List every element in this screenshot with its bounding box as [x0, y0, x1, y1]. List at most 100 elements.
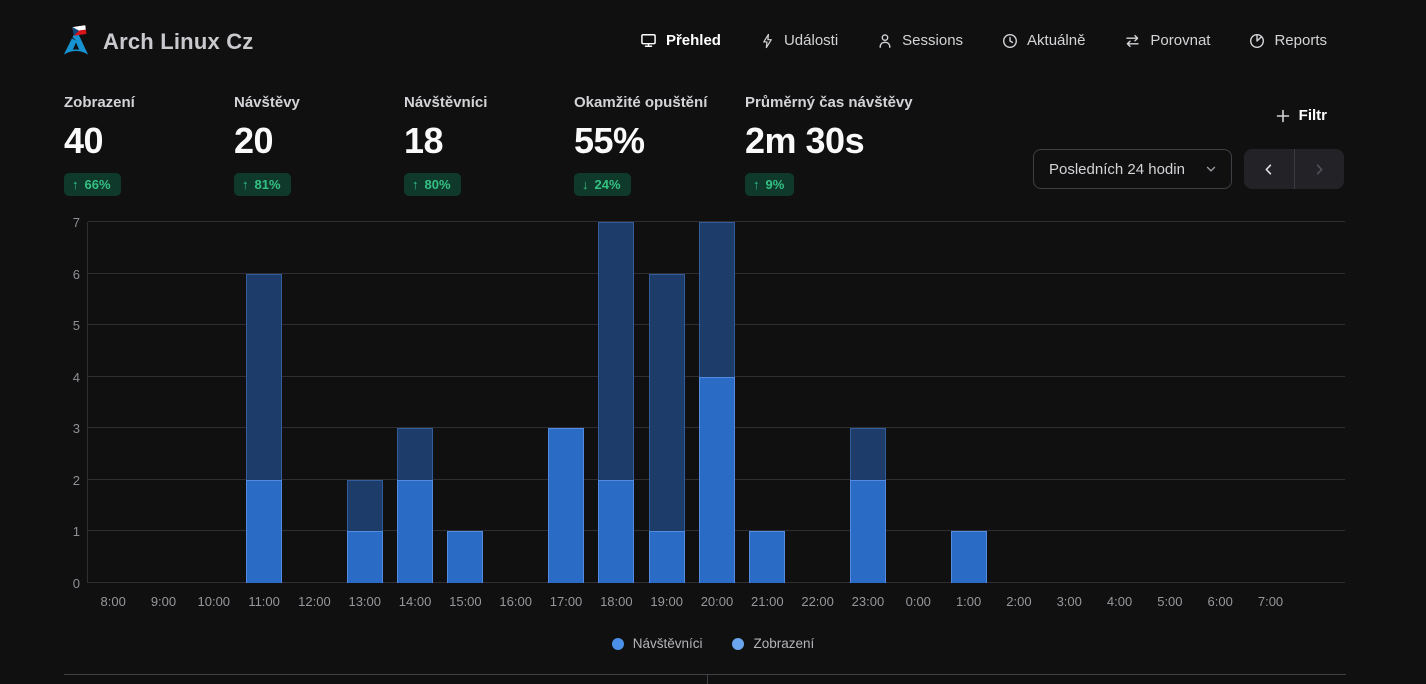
- change-badge: ↓24%: [574, 173, 631, 196]
- x-axis-label: 9:00: [138, 594, 188, 609]
- x-axis-label: 11:00: [239, 594, 289, 609]
- metric-label: Průměrný čas návštěvy: [745, 94, 915, 111]
- legend-dot-icon: [612, 638, 624, 650]
- arrow-up-icon: ↑: [242, 177, 249, 192]
- x-axis-label: 4:00: [1094, 594, 1144, 609]
- x-axis-label: 23:00: [843, 594, 893, 609]
- bar-navstevnici[interactable]: [347, 531, 383, 583]
- bar-navstevnici[interactable]: [598, 480, 634, 583]
- plus-icon: [1275, 108, 1291, 124]
- metric-label: Návštěvy: [234, 94, 404, 111]
- nav-label: Sessions: [902, 32, 963, 49]
- metric-okamzite-opusteni: Okamžité opuštění 55% ↓24%: [574, 94, 745, 196]
- legend-label: Zobrazení: [753, 636, 814, 651]
- previous-period-button[interactable]: [1244, 149, 1294, 189]
- main-nav: Přehled Události Sessions Aktuálně: [640, 32, 1327, 49]
- metric-value: 18: [404, 120, 574, 162]
- legend-label: Návštěvníci: [633, 636, 703, 651]
- nav-item-porovnat[interactable]: Porovnat: [1124, 32, 1210, 49]
- bar-navstevnici[interactable]: [548, 428, 584, 583]
- bar-navstevnici[interactable]: [850, 480, 886, 583]
- bar-navstevnici[interactable]: [246, 480, 282, 583]
- chart-y-axis: 01234567: [30, 222, 80, 583]
- chart-legend: Návštěvníci Zobrazení: [0, 636, 1426, 651]
- czech-flag-icon: [72, 25, 86, 36]
- nav-item-prehled[interactable]: Přehled: [640, 32, 721, 49]
- y-axis-label: 5: [73, 318, 80, 333]
- bar-navstevnici[interactable]: [649, 531, 685, 583]
- bar-navstevnici[interactable]: [447, 531, 483, 583]
- arrow-up-icon: ↑: [753, 177, 760, 192]
- arrow-up-icon: ↑: [412, 177, 419, 192]
- next-period-button[interactable]: [1295, 149, 1345, 189]
- chevron-down-icon: [1204, 162, 1218, 176]
- nav-label: Reports: [1274, 32, 1327, 49]
- legend-item[interactable]: Zobrazení: [732, 636, 814, 651]
- y-axis-label: 3: [73, 421, 80, 436]
- arrow-up-icon: ↑: [72, 177, 79, 192]
- x-axis-label: 14:00: [390, 594, 440, 609]
- y-axis-label: 0: [73, 576, 80, 591]
- metric-label: Okamžité opuštění: [574, 94, 745, 111]
- x-axis-label: 6:00: [1195, 594, 1245, 609]
- metric-value: 40: [64, 120, 234, 162]
- y-axis-label: 6: [73, 267, 80, 282]
- arrow-down-icon: ↓: [582, 177, 589, 192]
- date-pager: [1244, 149, 1344, 189]
- filter-button[interactable]: Filtr: [1275, 107, 1327, 124]
- x-axis-label: 1:00: [943, 594, 993, 609]
- x-axis-label: 17:00: [541, 594, 591, 609]
- person-icon: [877, 33, 893, 49]
- x-axis-label: 20:00: [692, 594, 742, 609]
- nav-label: Přehled: [666, 32, 721, 49]
- metric-value: 20: [234, 120, 404, 162]
- nav-item-sessions[interactable]: Sessions: [877, 32, 963, 49]
- filter-label: Filtr: [1299, 107, 1327, 124]
- site-selector[interactable]: Arch Linux Cz: [62, 28, 254, 56]
- x-axis-label: 5:00: [1145, 594, 1195, 609]
- x-axis-label: 2:00: [994, 594, 1044, 609]
- x-axis-label: 19:00: [642, 594, 692, 609]
- compare-arrows-icon: [1124, 33, 1141, 49]
- metric-prumerny-cas: Průměrný čas návštěvy 2m 30s ↑9%: [745, 94, 915, 196]
- change-badge: ↑9%: [745, 173, 794, 196]
- nav-item-aktualne[interactable]: Aktuálně: [1002, 32, 1085, 49]
- x-axis-label: 16:00: [491, 594, 541, 609]
- y-axis-label: 4: [73, 370, 80, 385]
- x-axis-label: 7:00: [1245, 594, 1295, 609]
- metric-navstevnici: Návštěvníci 18 ↑80%: [404, 94, 574, 196]
- nav-item-udalosti[interactable]: Události: [760, 32, 838, 49]
- y-axis-label: 2: [73, 473, 80, 488]
- x-axis-label: 8:00: [88, 594, 138, 609]
- change-badge: ↑81%: [234, 173, 291, 196]
- nav-label: Události: [784, 32, 838, 49]
- x-axis-label: 10:00: [189, 594, 239, 609]
- x-axis-label: 15:00: [440, 594, 490, 609]
- chevron-right-icon: [1312, 162, 1327, 177]
- bar-navstevnici[interactable]: [699, 377, 735, 583]
- y-axis-label: 7: [73, 215, 80, 230]
- x-axis-label: 18:00: [591, 594, 641, 609]
- x-axis-label: 3:00: [1044, 594, 1094, 609]
- clock-icon: [1002, 33, 1018, 49]
- date-range-value: Posledních 24 hodin: [1049, 161, 1185, 178]
- metric-value: 2m 30s: [745, 120, 915, 162]
- x-axis-label: 22:00: [792, 594, 842, 609]
- nav-item-reports[interactable]: Reports: [1249, 32, 1327, 49]
- date-range-dropdown[interactable]: Posledních 24 hodin: [1033, 149, 1232, 189]
- metric-value: 55%: [574, 120, 745, 162]
- bar-navstevnici[interactable]: [951, 531, 987, 583]
- legend-item[interactable]: Návštěvníci: [612, 636, 703, 651]
- bottom-panels-edge: [64, 674, 1346, 683]
- monitor-icon: [640, 32, 657, 49]
- change-badge: ↑80%: [404, 173, 461, 196]
- chevron-left-icon: [1261, 162, 1276, 177]
- chart-plot: 8:009:0010:0011:0012:0013:0014:0015:0016…: [87, 222, 1345, 583]
- bar-navstevnici[interactable]: [749, 531, 785, 583]
- x-axis-label: 0:00: [893, 594, 943, 609]
- page-title: Arch Linux Cz: [103, 29, 254, 55]
- lightning-icon: [760, 33, 775, 49]
- bar-navstevnici[interactable]: [397, 480, 433, 583]
- pie-chart-icon: [1249, 33, 1265, 49]
- metric-zobrazeni: Zobrazení 40 ↑66%: [64, 94, 234, 196]
